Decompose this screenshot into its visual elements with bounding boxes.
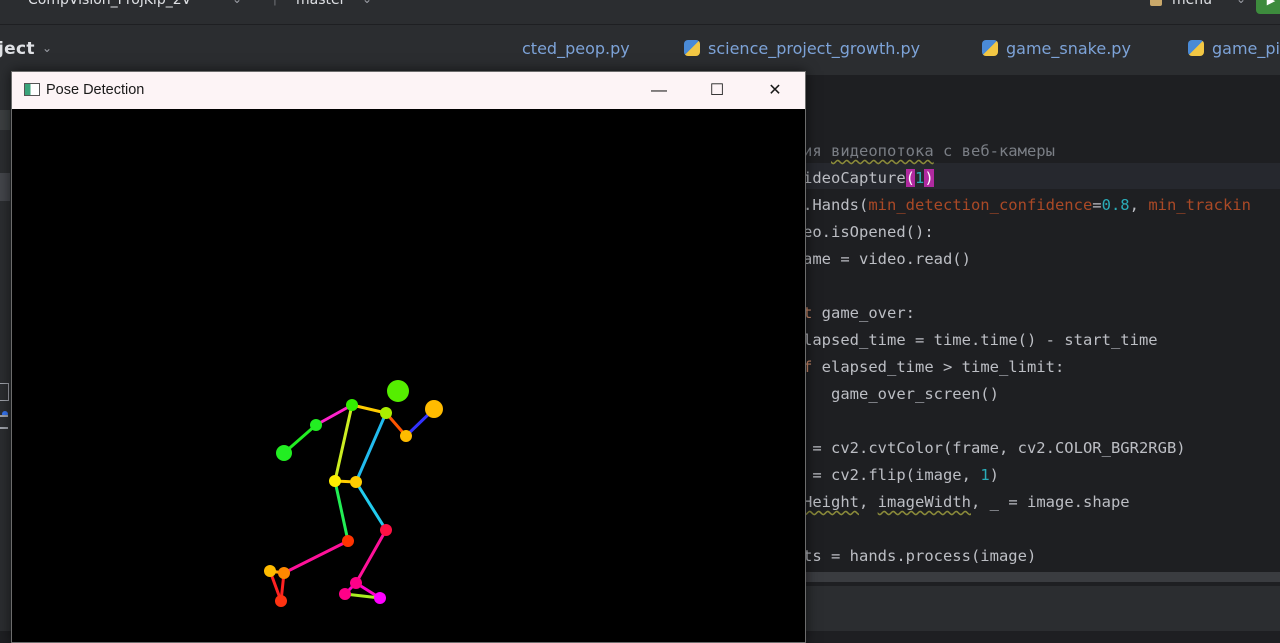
code-line: t game_over: <box>803 304 915 322</box>
branch-switcher[interactable]: master <box>296 0 345 8</box>
code-line: Height, imageWidth, _ = image.shape <box>803 493 1130 511</box>
chevron-down-icon[interactable]: ⌄ <box>232 0 242 6</box>
editor-bottom-strip <box>800 586 1280 631</box>
git-branch-icon: ᚴ <box>272 0 281 8</box>
project-switcher[interactable]: CompVision_ProjKlp_2V <box>28 0 191 8</box>
bookmarks-icon[interactable] <box>0 383 9 401</box>
skeleton-joint-toe_l <box>275 595 287 607</box>
code-line: = cv2.cvtColor(frame, cv2.COLOR_BGR2RGB) <box>803 439 1186 457</box>
run-config-selector[interactable]: menu <box>1172 0 1212 8</box>
skeleton-joint-neck_l <box>346 399 358 411</box>
structure-icon[interactable] <box>0 415 8 429</box>
tree-row-selected[interactable] <box>0 173 10 201</box>
python-file-icon <box>1188 40 1204 56</box>
skeleton-joint-r_elbow <box>400 430 412 442</box>
run-config-icon <box>1150 0 1162 6</box>
skeleton-joint-ankle_l <box>278 567 290 579</box>
code-line: f elapsed_time > time_limit: <box>803 358 1065 376</box>
project-panel-title[interactable]: ject <box>0 39 35 59</box>
skeleton-joint-knee_r <box>380 524 392 536</box>
skeleton-joint-r_hand <box>425 400 443 418</box>
code-line: ts = hands.process(image) <box>803 547 1037 565</box>
code-line: .Hands(min_detection_confidence=0.8, min… <box>803 196 1251 214</box>
python-file-icon <box>684 40 700 56</box>
skeleton-joint-knee_l <box>342 535 354 547</box>
chevron-down-icon[interactable]: ⌄ <box>42 41 52 55</box>
python-file-icon <box>982 40 998 56</box>
chevron-down-icon[interactable]: ⌄ <box>362 0 372 6</box>
run-button[interactable]: ▶ <box>1256 0 1280 14</box>
skeleton-joint-ankle_r <box>350 577 362 589</box>
tab-detected-people[interactable]: cted_peop.py <box>522 39 630 58</box>
chevron-down-icon[interactable]: ⌄ <box>1236 0 1246 6</box>
skeleton-joint-head <box>387 380 409 402</box>
skeleton-bone <box>282 539 350 575</box>
window-title-bar[interactable]: Pose Detection — ☐ ✕ <box>12 72 805 109</box>
code-line: eo.isOpened(): <box>803 223 934 241</box>
skeleton-joint-l_hand <box>276 445 292 461</box>
tree-row[interactable] <box>0 110 10 130</box>
maximize-button[interactable]: ☐ <box>688 72 746 109</box>
pose-video-canvas <box>12 109 805 642</box>
window-title: Pose Detection <box>46 82 145 98</box>
horizontal-scrollbar[interactable] <box>800 572 1280 582</box>
ide-top-bar: CompVision_ProjKlp_2V ⌄ ᚴ master ⌄ menu … <box>0 0 1280 25</box>
skeleton-joint-l_elbow <box>310 419 322 431</box>
skeleton-joint-hip_l <box>329 475 341 487</box>
skeleton-joint-hip_r <box>350 476 362 488</box>
skeleton-bone <box>333 479 350 543</box>
minimize-button[interactable]: — <box>630 72 688 109</box>
skeleton-joint-toe_r <box>374 592 386 604</box>
skeleton-bone <box>354 411 388 484</box>
tab-science-project-growth[interactable]: science_project_growth.py <box>684 39 920 58</box>
tab-game-snake[interactable]: game_snake.py <box>982 39 1131 58</box>
app-icon <box>24 83 40 96</box>
editor-tab-bar: cted_peop.py science_project_growth.py g… <box>520 25 1280 76</box>
skeleton-joint-neck_r <box>380 407 392 419</box>
code-line: = cv2.flip(image, 1) <box>803 466 999 484</box>
skeleton-joints <box>264 380 443 607</box>
code-line: game_over_screen() <box>803 385 999 403</box>
skeleton-joint-heel_r <box>339 588 351 600</box>
skeleton-bone <box>333 403 354 483</box>
skeleton-bone <box>354 480 388 532</box>
code-line: ия видеопотока с веб-камеры <box>803 142 1055 160</box>
code-line: ideoCapture(1) <box>803 169 934 187</box>
skeleton-bone <box>314 403 354 427</box>
close-button[interactable]: ✕ <box>746 72 804 109</box>
tab-game-pi[interactable]: game_pi <box>1188 39 1280 58</box>
code-line: lapsed_time = time.time() - start_time <box>803 331 1158 349</box>
skeleton-joint-heel_l <box>264 565 276 577</box>
code-line: ame = video.read() <box>803 250 971 268</box>
skeleton-bone <box>354 528 388 585</box>
pose-detection-window: Pose Detection — ☐ ✕ <box>11 71 806 643</box>
